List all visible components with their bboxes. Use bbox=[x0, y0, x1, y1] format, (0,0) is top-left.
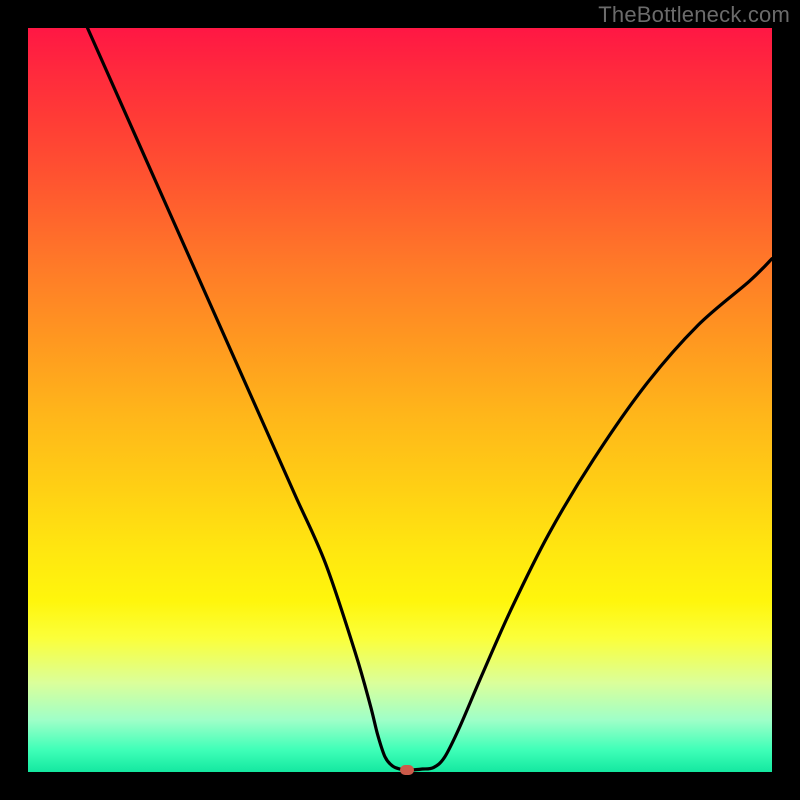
watermark-text: TheBottleneck.com bbox=[598, 2, 790, 28]
bottleneck-curve bbox=[28, 28, 772, 772]
chart-frame: TheBottleneck.com bbox=[0, 0, 800, 800]
plot-area bbox=[28, 28, 772, 772]
optimal-point-marker bbox=[400, 765, 414, 775]
